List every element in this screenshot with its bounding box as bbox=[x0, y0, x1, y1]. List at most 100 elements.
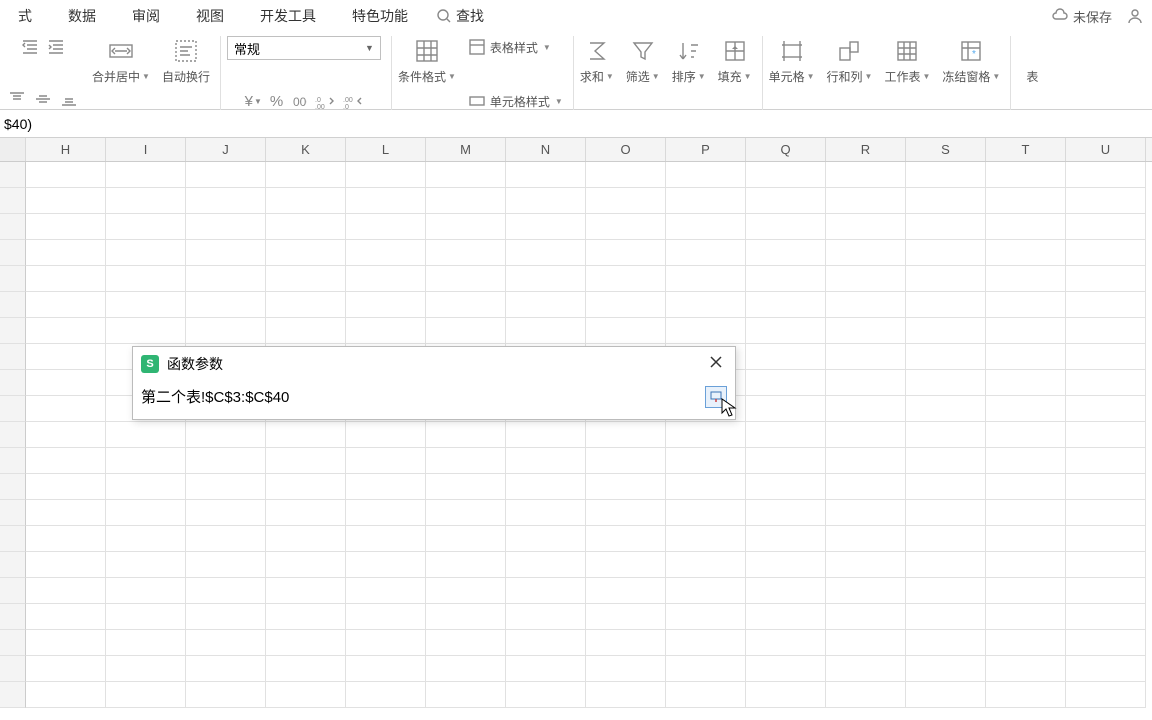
cell[interactable] bbox=[826, 578, 906, 604]
cell[interactable] bbox=[26, 370, 106, 396]
filter-button[interactable]: 筛选▼ bbox=[626, 36, 660, 85]
cell[interactable] bbox=[666, 630, 746, 656]
cell[interactable] bbox=[666, 682, 746, 708]
row-header[interactable] bbox=[0, 526, 26, 552]
merge-center-button[interactable]: 合并居中▼ bbox=[92, 36, 150, 85]
cell[interactable] bbox=[746, 396, 826, 422]
freeze-button[interactable]: *冻结窗格▼ bbox=[942, 36, 1000, 85]
row-header[interactable] bbox=[0, 318, 26, 344]
cell[interactable] bbox=[426, 292, 506, 318]
cell[interactable] bbox=[1066, 240, 1146, 266]
cell[interactable] bbox=[506, 604, 586, 630]
menu-view[interactable]: 视图 bbox=[178, 0, 242, 32]
cell[interactable] bbox=[1066, 188, 1146, 214]
cell[interactable] bbox=[986, 162, 1066, 188]
cell[interactable] bbox=[506, 682, 586, 708]
cell[interactable] bbox=[506, 526, 586, 552]
fill-button[interactable]: 填充▼ bbox=[718, 36, 752, 85]
cell[interactable] bbox=[426, 318, 506, 344]
cell[interactable] bbox=[826, 526, 906, 552]
cell[interactable] bbox=[746, 370, 826, 396]
cell[interactable] bbox=[906, 682, 986, 708]
cell[interactable] bbox=[1066, 500, 1146, 526]
row-header[interactable] bbox=[0, 604, 26, 630]
cell[interactable] bbox=[1066, 370, 1146, 396]
cell[interactable] bbox=[586, 318, 666, 344]
table-button-right[interactable]: 表 bbox=[1017, 36, 1047, 85]
cell[interactable] bbox=[986, 240, 1066, 266]
cell[interactable] bbox=[426, 526, 506, 552]
cell[interactable] bbox=[506, 422, 586, 448]
cell[interactable] bbox=[1066, 526, 1146, 552]
cell[interactable] bbox=[826, 266, 906, 292]
menu-review[interactable]: 审阅 bbox=[114, 0, 178, 32]
cell[interactable] bbox=[26, 448, 106, 474]
cell[interactable] bbox=[826, 344, 906, 370]
cell[interactable] bbox=[586, 630, 666, 656]
cell[interactable] bbox=[666, 604, 746, 630]
cell[interactable] bbox=[746, 240, 826, 266]
cell[interactable] bbox=[1066, 682, 1146, 708]
row-header[interactable] bbox=[0, 448, 26, 474]
row-header[interactable] bbox=[0, 370, 26, 396]
cell[interactable] bbox=[666, 422, 746, 448]
cell[interactable] bbox=[586, 656, 666, 682]
currency-button[interactable]: ¥ ▼ bbox=[245, 93, 262, 110]
cell[interactable] bbox=[346, 630, 426, 656]
cell[interactable] bbox=[426, 578, 506, 604]
cell[interactable] bbox=[906, 240, 986, 266]
cell[interactable] bbox=[106, 526, 186, 552]
cell[interactable] bbox=[186, 214, 266, 240]
cell[interactable] bbox=[906, 500, 986, 526]
cell[interactable] bbox=[106, 292, 186, 318]
column-header[interactable]: N bbox=[506, 138, 586, 161]
cell[interactable] bbox=[346, 682, 426, 708]
cell[interactable] bbox=[1066, 630, 1146, 656]
column-header[interactable]: S bbox=[906, 138, 986, 161]
cell-style-button[interactable]: 单元格样式▼ bbox=[468, 92, 563, 110]
column-header[interactable]: O bbox=[586, 138, 666, 161]
cell[interactable] bbox=[1066, 578, 1146, 604]
cell[interactable] bbox=[106, 318, 186, 344]
cell[interactable] bbox=[826, 214, 906, 240]
cell[interactable] bbox=[586, 448, 666, 474]
cell[interactable] bbox=[666, 266, 746, 292]
cell[interactable] bbox=[826, 370, 906, 396]
row-header[interactable] bbox=[0, 656, 26, 682]
row-header[interactable] bbox=[0, 188, 26, 214]
cell[interactable] bbox=[186, 188, 266, 214]
cell[interactable] bbox=[26, 552, 106, 578]
cell[interactable] bbox=[1066, 448, 1146, 474]
cell[interactable] bbox=[746, 500, 826, 526]
cell[interactable] bbox=[586, 292, 666, 318]
cell[interactable] bbox=[746, 526, 826, 552]
cell[interactable] bbox=[186, 552, 266, 578]
row-header[interactable] bbox=[0, 240, 26, 266]
cell[interactable] bbox=[666, 214, 746, 240]
cell[interactable] bbox=[106, 162, 186, 188]
rowcol-button[interactable]: 行和列▼ bbox=[827, 36, 873, 85]
cell[interactable] bbox=[346, 552, 426, 578]
cell[interactable] bbox=[426, 188, 506, 214]
cell[interactable] bbox=[746, 448, 826, 474]
menu-data[interactable]: 数据 bbox=[50, 0, 114, 32]
cell[interactable] bbox=[106, 188, 186, 214]
cell[interactable] bbox=[586, 162, 666, 188]
cell[interactable] bbox=[586, 240, 666, 266]
cell[interactable] bbox=[906, 656, 986, 682]
cell[interactable] bbox=[586, 578, 666, 604]
cell[interactable] bbox=[106, 474, 186, 500]
cell[interactable] bbox=[26, 656, 106, 682]
cell[interactable] bbox=[106, 604, 186, 630]
cell[interactable] bbox=[186, 240, 266, 266]
formula-bar[interactable]: $40) bbox=[0, 110, 1152, 138]
cell[interactable] bbox=[346, 162, 426, 188]
cell[interactable] bbox=[26, 292, 106, 318]
cell[interactable] bbox=[266, 292, 346, 318]
cell[interactable] bbox=[746, 630, 826, 656]
cell[interactable] bbox=[826, 240, 906, 266]
cell[interactable] bbox=[106, 552, 186, 578]
cell[interactable] bbox=[346, 292, 426, 318]
cell[interactable] bbox=[506, 552, 586, 578]
cell[interactable] bbox=[106, 214, 186, 240]
